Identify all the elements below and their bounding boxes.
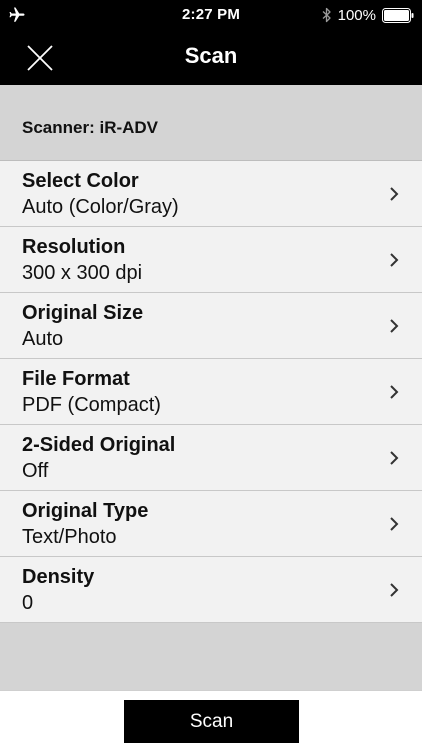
setting-row-resolution[interactable]: Resolution 300 x 300 dpi <box>0 227 422 293</box>
setting-value: 300 x 300 dpi <box>22 262 143 284</box>
setting-title: Density <box>22 566 95 588</box>
chevron-right-icon <box>390 583 399 597</box>
setting-value: PDF (Compact) <box>22 394 161 416</box>
chevron-right-icon <box>390 517 399 531</box>
scanner-label: Scanner: iR-ADV <box>22 118 159 137</box>
setting-row-2-sided-original[interactable]: 2-Sided Original Off <box>0 425 422 491</box>
chevron-right-icon <box>390 253 399 267</box>
chevron-right-icon <box>390 187 399 201</box>
setting-row-original-size[interactable]: Original Size Auto <box>0 293 422 359</box>
setting-value: 0 <box>22 592 34 614</box>
setting-value: Auto (Color/Gray) <box>22 196 179 218</box>
bottom-bar: Scan <box>0 690 422 750</box>
scan-button[interactable]: Scan <box>124 700 299 743</box>
setting-title: File Format <box>22 368 130 390</box>
setting-row-file-format[interactable]: File Format PDF (Compact) <box>0 359 422 425</box>
chevron-right-icon <box>390 319 399 333</box>
setting-row-density[interactable]: Density 0 <box>0 557 422 623</box>
setting-value: Auto <box>22 328 64 350</box>
scanner-header: Scanner: iR-ADV <box>0 85 422 161</box>
setting-title: Original Type <box>22 500 149 522</box>
battery-percent: 100% <box>337 6 376 24</box>
setting-title: Select Color <box>22 170 139 192</box>
setting-title: Original Size <box>22 302 144 324</box>
battery-icon <box>382 7 414 23</box>
setting-value: Text/Photo <box>22 526 117 548</box>
page-title: Scan <box>184 43 238 68</box>
setting-value: Off <box>22 460 49 482</box>
setting-row-original-type[interactable]: Original Type Text/Photo <box>0 491 422 557</box>
status-right-group: 100% <box>322 5 414 25</box>
setting-title: 2-Sided Original <box>22 434 176 456</box>
setting-title: Resolution <box>22 236 126 258</box>
settings-list: Select Color Auto (Color/Gray) Resolutio… <box>0 161 422 623</box>
chevron-right-icon <box>390 451 399 465</box>
nav-bar: Scan <box>0 30 422 85</box>
status-bar: 2:27 PM 100% <box>0 0 422 30</box>
chevron-right-icon <box>390 385 399 399</box>
bluetooth-icon <box>322 7 331 23</box>
setting-row-select-color[interactable]: Select Color Auto (Color/Gray) <box>0 161 422 227</box>
